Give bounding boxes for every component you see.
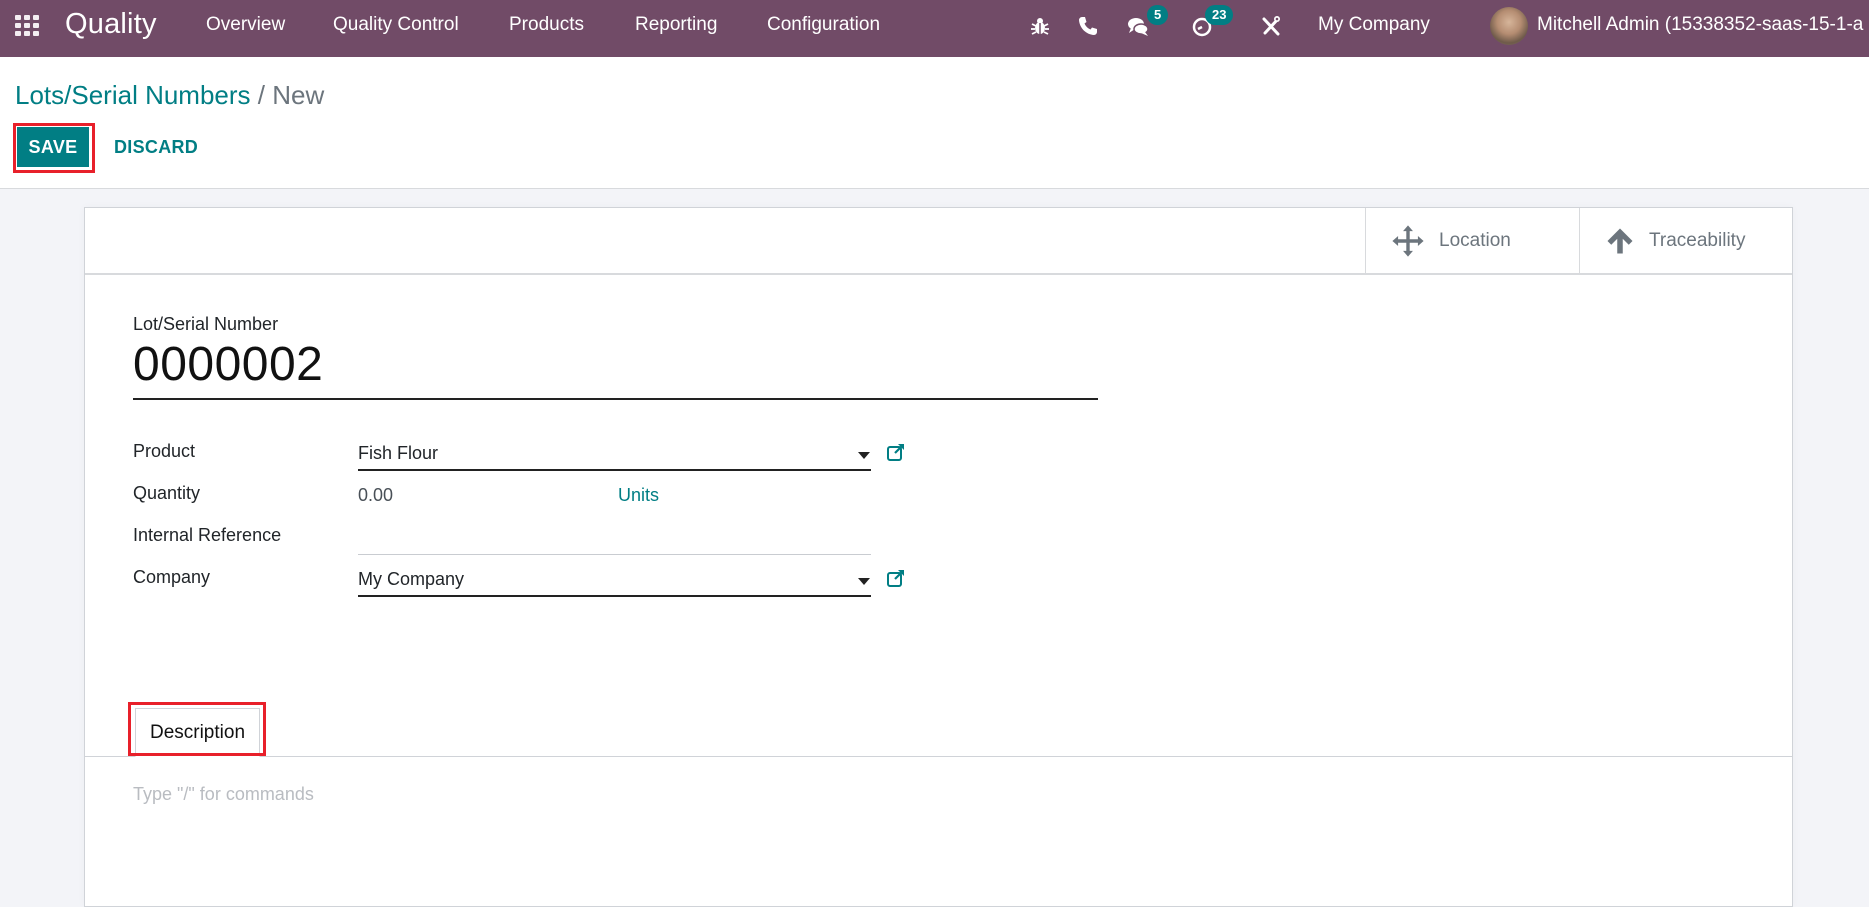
discard-button[interactable]: DISCARD (106, 127, 206, 167)
menu-products[interactable]: Products (509, 14, 584, 36)
product-dropdown-caret-icon[interactable] (858, 452, 870, 459)
company-label: Company (133, 567, 211, 587)
company-field-underline (358, 595, 871, 597)
quantity-label: Quantity (133, 483, 201, 503)
lot-serial-number-label: Lot/Serial Number (133, 314, 279, 334)
company-switcher[interactable]: My Company (1318, 14, 1430, 36)
phone-icon[interactable] (1076, 14, 1100, 38)
control-panel (0, 57, 1869, 189)
company-external-link-icon[interactable] (886, 568, 906, 588)
location-label: Location (1439, 229, 1511, 251)
messages-badge: 5 (1147, 5, 1169, 25)
menu-quality-control[interactable]: Quality Control (333, 14, 459, 36)
product-field[interactable]: Fish Flour (358, 443, 438, 464)
arrows-move-icon (1392, 224, 1424, 257)
traceability-label: Traceability (1649, 229, 1746, 251)
company-field[interactable]: My Company (358, 569, 464, 590)
app-name[interactable]: Quality (65, 8, 157, 41)
product-field-underline (358, 469, 871, 471)
bug-icon[interactable] (1028, 14, 1052, 38)
arrow-up-icon (1607, 228, 1633, 253)
company-dropdown-caret-icon[interactable] (858, 578, 870, 585)
breadcrumb-separator: / (257, 80, 266, 110)
user-avatar[interactable] (1490, 7, 1528, 45)
description-editor[interactable]: Type "/" for commands (133, 784, 314, 805)
lot-serial-number-underline (133, 398, 1098, 400)
menu-overview[interactable]: Overview (206, 14, 285, 36)
activities-badge: 23 (1205, 5, 1234, 25)
form-sheet (84, 207, 1793, 907)
notebook-tab-line (85, 756, 1792, 757)
breadcrumb-lots-serial-numbers[interactable]: Lots/Serial Numbers (15, 80, 251, 110)
button-box-divider (85, 273, 1792, 275)
lot-serial-number-input[interactable]: 0000002 (133, 337, 323, 392)
menu-configuration[interactable]: Configuration (767, 14, 880, 36)
traceability-stat-button[interactable]: Traceability (1579, 208, 1792, 273)
breadcrumb: Lots/Serial Numbers / New (15, 80, 324, 111)
internal-reference-underline (358, 554, 871, 555)
apps-menu-icon[interactable] (15, 15, 39, 36)
quantity-uom-link[interactable]: Units (618, 485, 659, 506)
internal-reference-label: Internal Reference (133, 525, 282, 545)
quantity-value: 0.00 (358, 485, 394, 505)
product-label: Product (133, 441, 196, 461)
user-menu[interactable]: Mitchell Admin (15338352-saas-15-1-a (1537, 14, 1863, 36)
internal-reference-input[interactable] (358, 527, 871, 553)
description-highlight-box (128, 702, 266, 756)
product-external-link-icon[interactable] (886, 442, 906, 462)
top-navbar: Quality Overview Quality Control Product… (0, 0, 1869, 58)
breadcrumb-current: New (272, 80, 325, 110)
location-stat-button[interactable]: Location (1365, 208, 1579, 273)
menu-reporting[interactable]: Reporting (635, 14, 717, 36)
save-button[interactable]: SAVE (17, 127, 89, 167)
tools-icon[interactable] (1259, 14, 1283, 38)
